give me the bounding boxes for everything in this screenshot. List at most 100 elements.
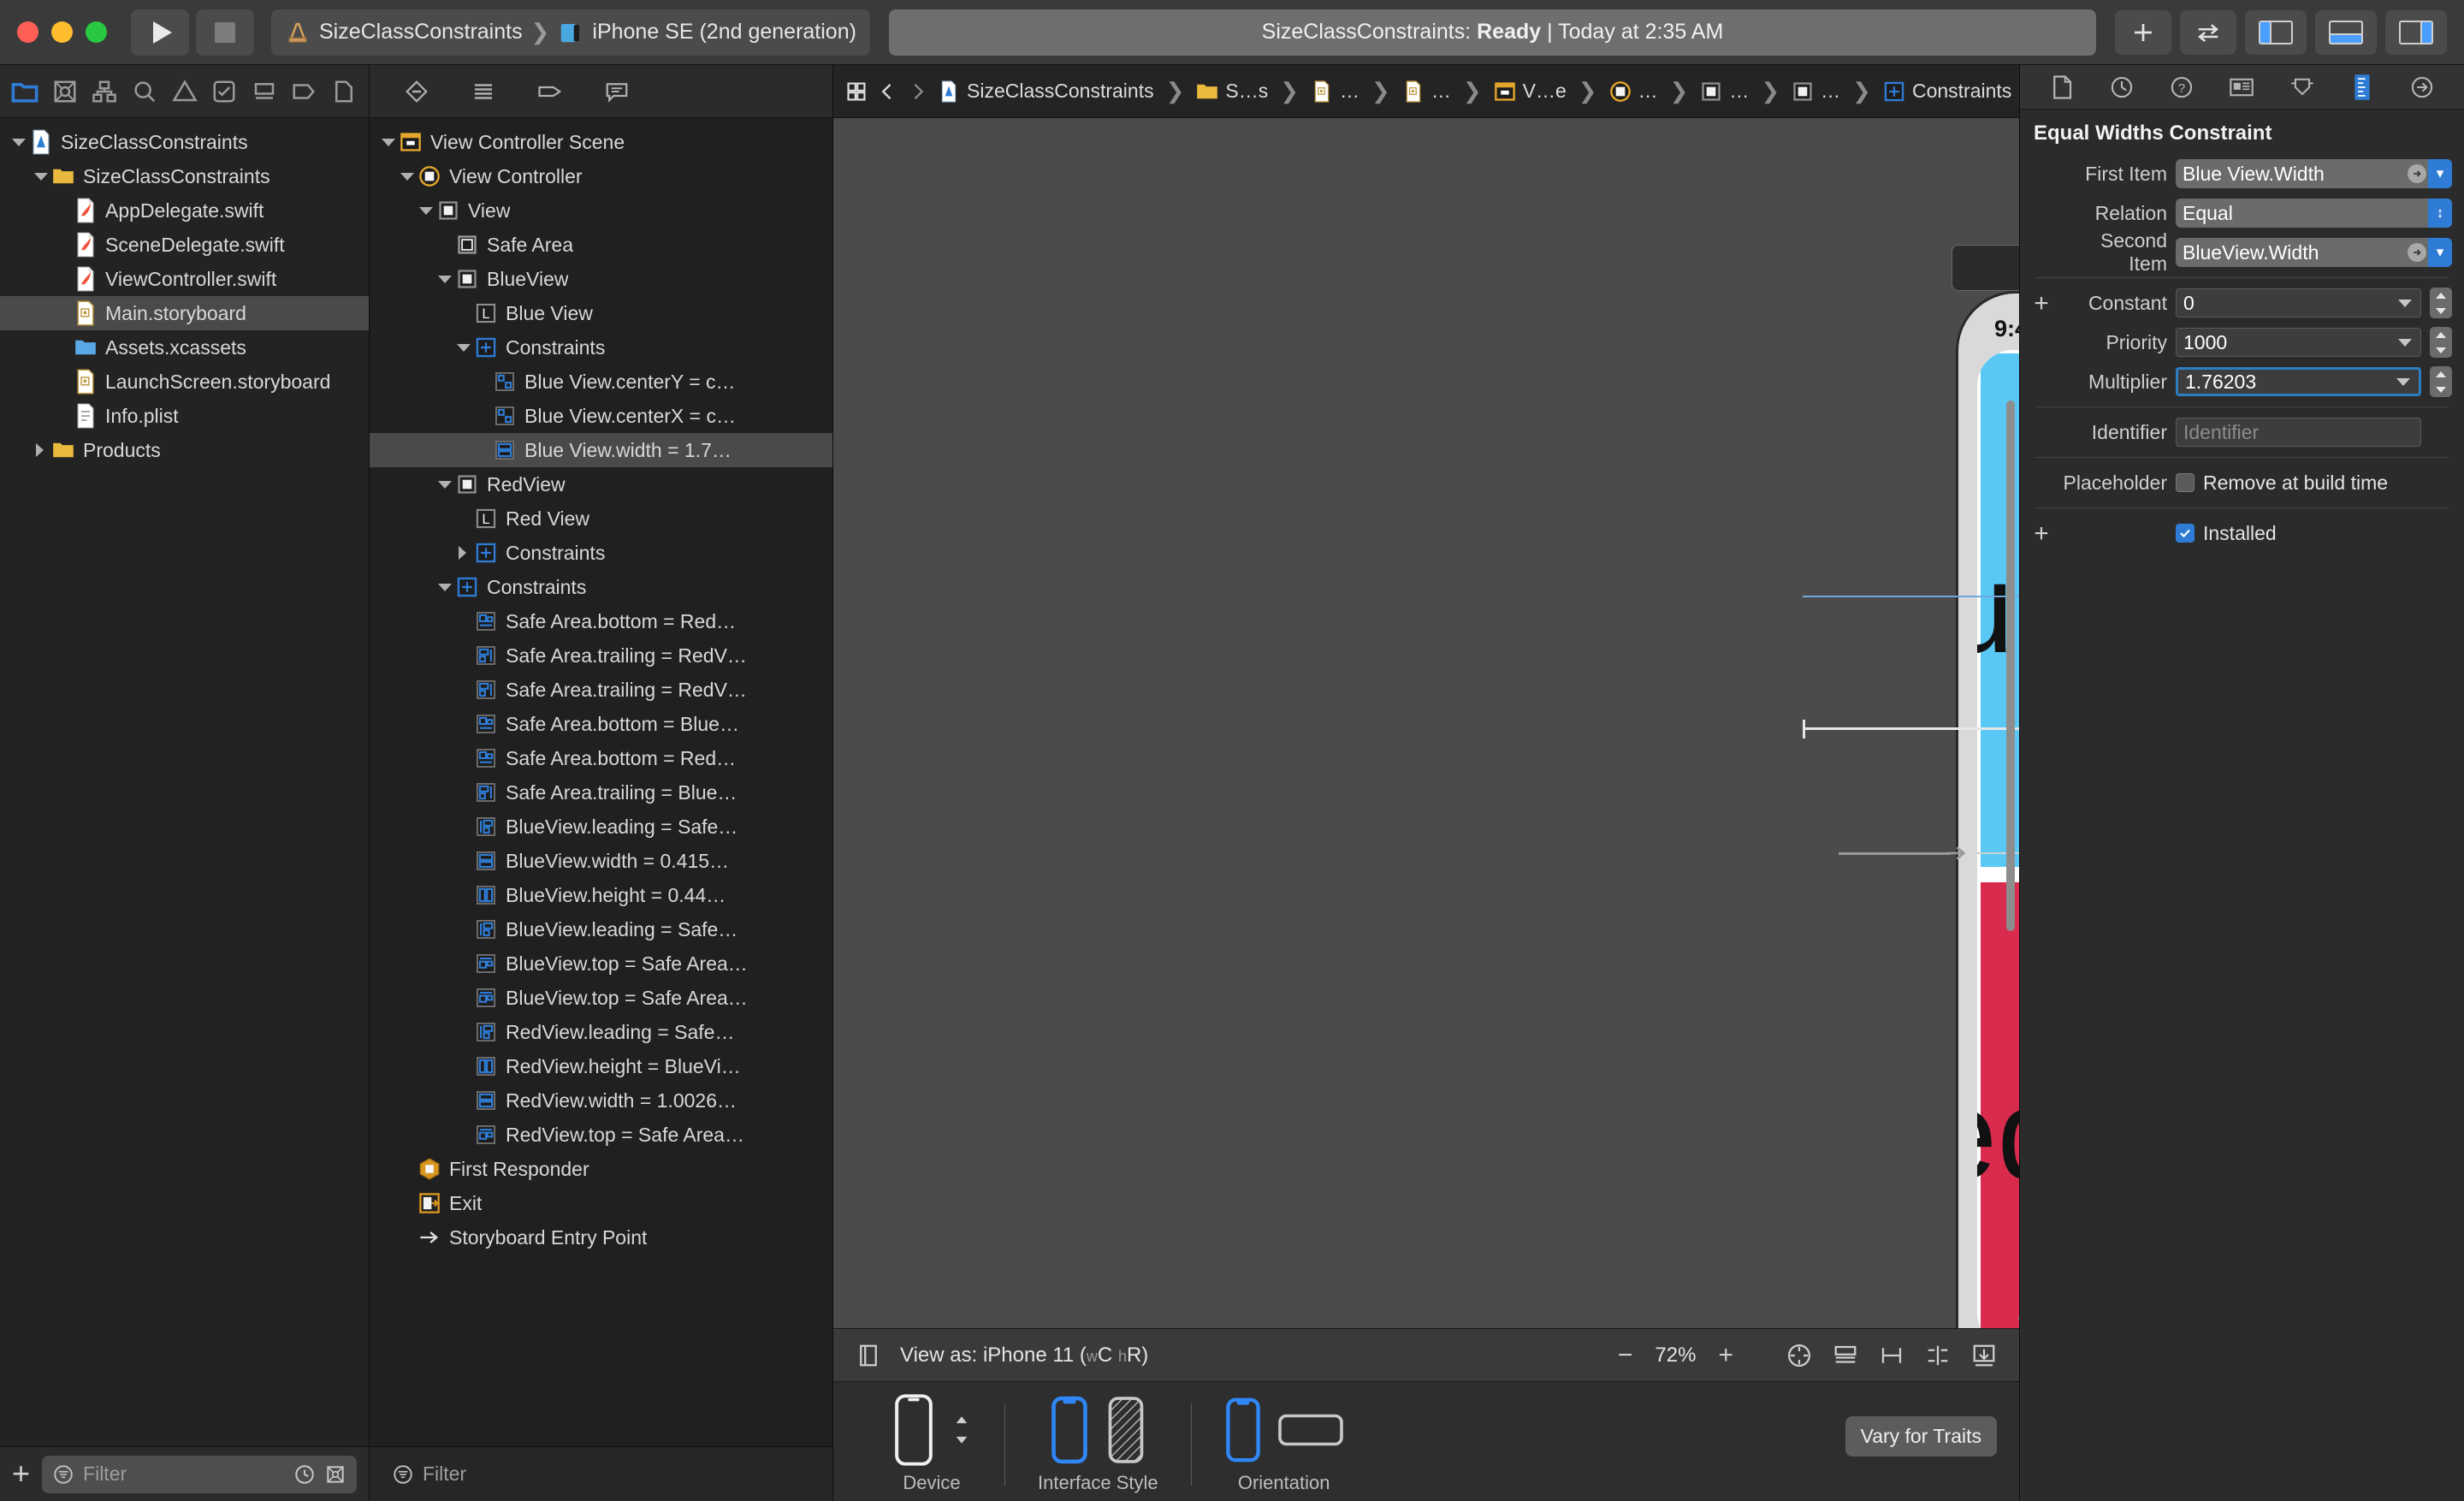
first-item-chevron-down-icon[interactable]: ▾ (2428, 159, 2452, 188)
first-item-popup[interactable]: Blue View.Width ▾ (2176, 159, 2452, 188)
disclosure-triangle-icon[interactable] (416, 201, 435, 220)
selected-width-constraint-bar[interactable] (1804, 727, 2019, 730)
priority-field[interactable]: 1000 (2176, 328, 2421, 357)
tree-row[interactable]: Info.plist (0, 399, 369, 433)
device-stepper-icon[interactable] (951, 1411, 972, 1449)
canvas-vertical-scrollbar[interactable] (2006, 400, 2015, 931)
tree-row[interactable]: L Red View (370, 501, 832, 536)
disclosure-triangle-icon[interactable] (435, 578, 453, 596)
relation-popup[interactable]: Equal ↕ (2176, 199, 2452, 228)
view-as-label[interactable]: View as: iPhone 11 (wC hR) (900, 1344, 1148, 1368)
outline-tab-tag[interactable] (524, 65, 577, 118)
pin-icon[interactable] (1879, 1343, 1904, 1368)
disclosure-triangle-icon[interactable] (31, 441, 50, 460)
tree-row[interactable]: BlueView (370, 262, 832, 296)
jumpbar-item-2[interactable] (907, 80, 929, 103)
library-add-button[interactable] (2115, 9, 2171, 55)
installed-checkbox[interactable] (2176, 524, 2194, 543)
zoom-out-button[interactable]: − (1618, 1341, 1633, 1370)
second-item-reveal-icon[interactable] (2408, 243, 2426, 262)
scene-dock[interactable] (1952, 245, 2019, 291)
tree-row[interactable]: BlueView.width = 0.415… (370, 844, 832, 878)
tree-row[interactable]: View (370, 193, 832, 228)
tree-row[interactable]: SizeClassConstraints (0, 159, 369, 193)
jumpbar-item-8[interactable]: … (1609, 80, 1658, 103)
orientation-portrait-icon[interactable] (1224, 1396, 1262, 1464)
jumpbar-item-0[interactable] (845, 80, 868, 103)
project-navigator-list[interactable]: SizeClassConstraints SizeClassConstraints… (0, 118, 369, 1446)
multiplier-stepper[interactable] (2430, 366, 2452, 397)
tree-row[interactable]: Safe Area.bottom = Blue… (370, 707, 832, 741)
tree-row[interactable]: Safe Area.bottom = Red… (370, 604, 832, 638)
tree-row[interactable]: Safe Area (370, 228, 832, 262)
inspector-tab-attributes[interactable] (2283, 70, 2322, 104)
remove-at-build-time-checkbox[interactable] (2176, 473, 2194, 492)
relation-updown-icon[interactable]: ↕ (2428, 199, 2452, 228)
tree-row[interactable]: RedView (370, 467, 832, 501)
inspector-tab-identity[interactable] (2222, 70, 2261, 104)
tree-row[interactable]: Constraints (370, 536, 832, 570)
navigator-tab-debug[interactable] (244, 65, 284, 118)
tree-row[interactable]: RedView.top = Safe Area… (370, 1118, 832, 1152)
tree-row[interactable]: RedView.width = 1.0026… (370, 1083, 832, 1118)
tree-row[interactable]: Safe Area.trailing = RedV… (370, 673, 832, 707)
disclosure-triangle-icon[interactable] (435, 270, 453, 288)
disclosure-triangle-icon[interactable] (453, 338, 472, 357)
zoom-in-button[interactable]: + (1718, 1341, 1733, 1370)
vary-for-traits-button[interactable]: Vary for Traits (1845, 1416, 1997, 1457)
tree-row[interactable]: BlueView.leading = Safe… (370, 810, 832, 844)
navigator-tab-find[interactable] (125, 65, 165, 118)
tree-row[interactable]: SizeClassConstraints (0, 125, 369, 159)
multiplier-caret-icon[interactable] (2396, 377, 2410, 386)
tree-row[interactable]: Blue View.centerY = c… (370, 365, 832, 399)
outline-tab-list[interactable] (457, 65, 510, 118)
jump-bar[interactable]: SizeClassConstraints ❯ S…s ❯ … ❯ … ❯ V…e ❯ … ❯ … ❯ … ❯ C… (833, 65, 2019, 118)
disclosure-triangle-icon[interactable] (453, 543, 472, 562)
inspector-tab-history[interactable] (2102, 70, 2141, 104)
jumpbar-item-1[interactable] (876, 80, 898, 103)
storyboard-canvas[interactable]: 9:41 ue Vie ed Vie (833, 118, 2019, 1328)
inspector-tab-connections[interactable] (2402, 70, 2442, 104)
navigator-tab-breakpoint[interactable] (284, 65, 324, 118)
recent-icon[interactable] (293, 1463, 316, 1486)
disclosure-triangle-icon[interactable] (31, 167, 50, 186)
inspector-tab-size[interactable] (2343, 70, 2382, 104)
navigator-tab-symbol-hierarchy[interactable] (85, 65, 125, 118)
minimize-button[interactable] (51, 21, 73, 43)
maximize-button[interactable] (86, 21, 107, 43)
close-button[interactable] (17, 21, 38, 43)
tree-row[interactable]: L Blue View (370, 296, 832, 330)
resolve-icon[interactable] (1925, 1343, 1951, 1368)
tree-row[interactable]: Constraints (370, 570, 832, 604)
tree-row[interactable]: RedView.leading = Safe… (370, 1015, 832, 1049)
jumpbar-item-11[interactable]: Constraints (1883, 80, 2011, 103)
add-constraints-icon[interactable] (1971, 1343, 1997, 1368)
tree-row[interactable]: View Controller (370, 159, 832, 193)
constant-caret-icon[interactable] (2398, 299, 2412, 307)
device-phone-icon[interactable] (891, 1393, 936, 1467)
tree-row[interactable]: BlueView.leading = Safe… (370, 912, 832, 946)
disclosure-triangle-icon[interactable] (435, 475, 453, 494)
scheme-selector[interactable]: SizeClassConstraints ❯ iPhone SE (2nd ge… (271, 9, 870, 56)
navigator-tab-issues[interactable] (164, 65, 204, 118)
interface-style-light-icon[interactable] (1049, 1396, 1090, 1464)
disclosure-triangle-icon[interactable] (397, 167, 416, 186)
jumpbar-item-6[interactable]: … (1402, 80, 1451, 103)
outline-tab-comment[interactable] (590, 65, 643, 118)
jumpbar-item-4[interactable]: S…s (1196, 80, 1268, 103)
constant-add-variation-button[interactable]: + (2032, 290, 2051, 316)
installed-add-variation-button[interactable]: + (2032, 520, 2051, 546)
tree-row[interactable]: Constraints (370, 330, 832, 365)
tree-row[interactable]: BlueView.height = 0.44… (370, 878, 832, 912)
tree-row[interactable]: First Responder (370, 1152, 832, 1186)
inspector-tab-file[interactable] (2042, 70, 2082, 104)
navigator-tab-test[interactable] (204, 65, 245, 118)
tree-row[interactable]: Exit (370, 1186, 832, 1220)
disclosure-triangle-icon[interactable] (378, 133, 397, 151)
jumpbar-item-3[interactable]: SizeClassConstraints (938, 80, 1154, 103)
tree-row[interactable]: AppDelegate.swift (0, 193, 369, 228)
constant-field[interactable]: 0 (2176, 288, 2421, 317)
inspector-tab-quick-help[interactable]: ? (2162, 70, 2201, 104)
first-item-reveal-icon[interactable] (2408, 164, 2426, 183)
embed-icon[interactable] (1833, 1343, 1858, 1368)
